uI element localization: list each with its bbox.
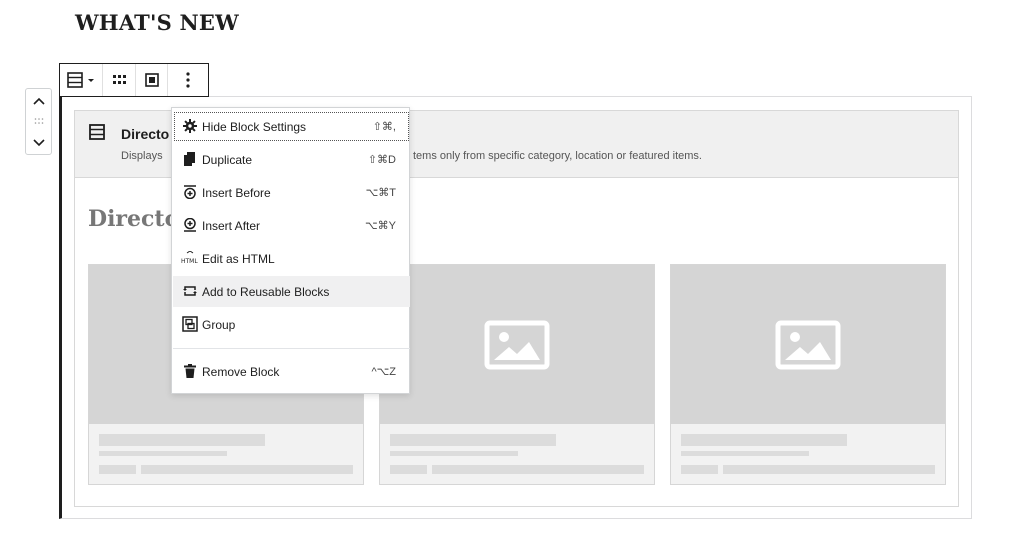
group-icon <box>181 315 199 333</box>
text-placeholder-bar <box>99 451 227 456</box>
text-placeholder-bar <box>390 465 427 474</box>
menu-item-shortcut: ⌥⌘T <box>365 187 396 199</box>
text-placeholder-bar <box>681 465 718 474</box>
menu-item-duplicate[interactable]: Duplicate ⇧⌘D <box>173 144 410 175</box>
menu-item-label: Add to Reusable Blocks <box>202 284 330 299</box>
menu-item-label: Insert After <box>202 218 261 233</box>
text-placeholder-bar <box>432 465 644 474</box>
menu-item-group[interactable]: Group <box>173 309 410 340</box>
drag-handle[interactable] <box>26 112 51 130</box>
menu-item-label: Remove Block <box>202 364 280 379</box>
move-down-button[interactable] <box>26 133 51 153</box>
text-placeholder-bar <box>390 451 518 456</box>
image-icon <box>775 320 841 369</box>
block-description: Displays <box>121 150 163 162</box>
image-icon <box>484 320 550 369</box>
menu-item-hide-block-settings[interactable]: Hide Block Settings ⇧⌘, <box>173 111 410 142</box>
menu-item-add-to-reusable-blocks[interactable]: Add to Reusable Blocks <box>173 276 410 307</box>
duplicate-icon <box>181 150 199 168</box>
block-name: Directo <box>121 126 170 142</box>
menu-item-remove-block[interactable]: Remove Block ^⌥Z <box>173 356 410 387</box>
preview-card <box>670 264 946 485</box>
menu-item-label: Hide Block Settings <box>202 119 307 134</box>
text-placeholder-bar <box>390 434 556 446</box>
preview-title: Directo <box>88 206 180 232</box>
text-placeholder-bar <box>681 434 847 446</box>
trash-icon <box>181 362 199 380</box>
grid-icon <box>112 75 126 84</box>
block-toolbar <box>59 63 209 97</box>
html-icon: HTML <box>181 249 199 267</box>
list-block-icon <box>89 124 105 145</box>
list-block-icon <box>67 72 94 88</box>
chevron-down-icon <box>32 139 45 147</box>
menu-item-label: Group <box>202 317 236 332</box>
insert-after-icon <box>181 216 199 234</box>
card-image-placeholder <box>380 265 654 424</box>
text-placeholder-bar <box>681 451 809 456</box>
menu-item-label: Insert Before <box>202 185 271 200</box>
menu-item-edit-as-html[interactable]: HTML Edit as HTML <box>173 243 410 274</box>
menu-item-label: Duplicate <box>202 152 253 167</box>
card-image-placeholder <box>671 265 945 424</box>
insert-before-icon <box>181 183 199 201</box>
block-type-switcher[interactable] <box>60 64 103 96</box>
more-vertical-icon <box>186 72 190 88</box>
menu-item-label: Edit as HTML <box>202 251 275 266</box>
menu-item-shortcut: ^⌥Z <box>371 366 396 378</box>
drag-dots-icon <box>34 118 43 124</box>
text-placeholder-bar <box>99 434 265 446</box>
menu-separator <box>173 348 410 349</box>
page-heading: WHAT'S NEW <box>75 10 239 35</box>
menu-item-shortcut: ⌥⌘Y <box>364 220 396 232</box>
block-description-continued: tems only from specific category, locati… <box>413 150 702 162</box>
gear-icon <box>181 117 199 135</box>
reusable-icon <box>181 282 199 300</box>
text-placeholder-bar <box>99 465 136 474</box>
text-placeholder-bar <box>723 465 935 474</box>
menu-item-insert-before[interactable]: Insert Before ⌥⌘T <box>173 177 410 208</box>
move-up-button[interactable] <box>26 91 51 111</box>
block-settings-menu: Hide Block Settings ⇧⌘, Duplicate ⇧⌘D In… <box>171 107 410 394</box>
align-icon <box>144 73 159 87</box>
chevron-up-icon <box>32 97 45 105</box>
align-button[interactable] <box>136 64 168 96</box>
preview-card <box>379 264 655 485</box>
svg-text:HTML: HTML <box>181 258 198 265</box>
menu-item-shortcut: ⇧⌘D <box>367 154 396 166</box>
block-mover <box>25 88 52 155</box>
menu-item-shortcut: ⇧⌘, <box>372 121 396 133</box>
grid-view-button[interactable] <box>103 64 136 96</box>
menu-item-insert-after[interactable]: Insert After ⌥⌘Y <box>173 210 410 241</box>
text-placeholder-bar <box>141 465 353 474</box>
more-options-button[interactable] <box>168 64 208 96</box>
